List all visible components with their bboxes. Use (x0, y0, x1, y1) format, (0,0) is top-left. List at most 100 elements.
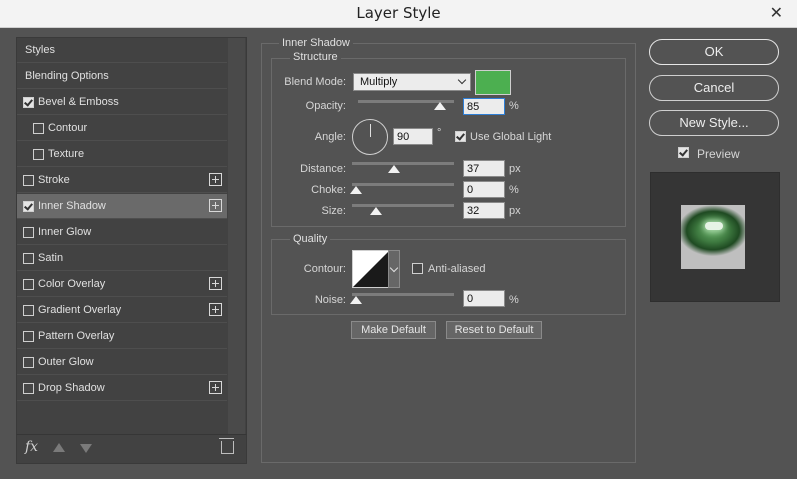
style-item-label: Bevel & Emboss (38, 96, 119, 108)
style-item-gradient-overlay[interactable]: Gradient Overlay (17, 298, 227, 323)
style-item-label: Styles (25, 44, 55, 56)
contour-preview[interactable] (352, 250, 390, 288)
add-effect-icon[interactable] (209, 381, 222, 394)
distance-slider-thumb[interactable] (388, 165, 400, 173)
style-item-bevel-emboss[interactable]: Bevel & Emboss (17, 90, 227, 115)
preview-highlight (705, 222, 723, 230)
add-effect-icon[interactable] (209, 199, 222, 212)
anti-aliased-label: Anti-aliased (428, 263, 486, 275)
style-item-checkbox[interactable] (23, 279, 34, 290)
choke-input[interactable]: 0 (463, 181, 505, 198)
noise-unit: % (509, 294, 519, 306)
angle-input[interactable]: 90 (393, 128, 433, 145)
style-item-outer-glow[interactable]: Outer Glow (17, 350, 227, 375)
style-item-drop-shadow[interactable]: Drop Shadow (17, 376, 227, 401)
shadow-color-swatch[interactable] (475, 70, 511, 95)
style-item-label: Texture (48, 148, 85, 160)
use-global-light-checkbox[interactable] (455, 131, 466, 142)
style-item-label: Inner Shadow (38, 200, 106, 212)
add-effect-icon[interactable] (209, 173, 222, 186)
style-item-label: Drop Shadow (38, 382, 105, 394)
style-item-checkbox[interactable] (33, 123, 44, 134)
new-style-button[interactable]: New Style... (649, 110, 779, 136)
distance-slider[interactable] (352, 162, 454, 165)
angle-label: Angle: (314, 131, 346, 143)
size-slider-thumb[interactable] (370, 207, 382, 215)
add-effect-icon[interactable] (209, 277, 222, 290)
style-item-checkbox[interactable] (23, 175, 34, 186)
style-item-texture[interactable]: Texture (17, 142, 227, 167)
style-item-checkbox[interactable] (23, 253, 34, 264)
quality-title: Quality (290, 233, 331, 245)
style-item-pattern-overlay[interactable]: Pattern Overlay (17, 324, 227, 349)
style-item-checkbox[interactable] (23, 331, 34, 342)
blend-mode-select[interactable]: Multiply (353, 73, 471, 91)
add-effect-icon[interactable] (209, 303, 222, 316)
style-item-inner-glow[interactable]: Inner Glow (17, 220, 227, 245)
title-bar: Layer Style ✕ (0, 0, 797, 28)
scrollbar[interactable] (228, 38, 245, 435)
preview-swatch (681, 205, 745, 269)
trash-icon[interactable] (219, 438, 234, 454)
style-item-label: Outer Glow (38, 356, 94, 368)
style-item-label: Blending Options (25, 70, 109, 82)
use-global-light-label: Use Global Light (470, 131, 552, 143)
style-item-checkbox[interactable] (23, 201, 34, 212)
style-item-checkbox[interactable] (23, 383, 34, 394)
contour-dropdown[interactable] (388, 250, 400, 288)
style-item-label: Color Overlay (38, 278, 106, 290)
style-item-label: Inner Glow (38, 226, 92, 238)
style-item-color-overlay[interactable]: Color Overlay (17, 272, 227, 297)
preview-label: Preview (697, 147, 740, 161)
anti-aliased-checkbox[interactable] (412, 263, 423, 274)
ok-button[interactable]: OK (649, 39, 779, 65)
noise-slider-thumb[interactable] (350, 296, 362, 304)
style-item-checkbox[interactable] (33, 149, 44, 160)
style-item-checkbox[interactable] (23, 227, 34, 238)
distance-label: Distance: (300, 163, 346, 175)
cancel-button[interactable]: Cancel (649, 75, 779, 101)
style-item-contour[interactable]: Contour (17, 116, 227, 141)
style-item-blending-options[interactable]: Blending Options (17, 64, 227, 89)
style-item-checkbox[interactable] (23, 305, 34, 316)
close-icon[interactable]: ✕ (770, 3, 783, 22)
size-label: Size: (321, 205, 346, 217)
style-item-label: Satin (38, 252, 64, 264)
choke-slider-thumb[interactable] (350, 186, 362, 194)
preview-checkbox[interactable] (678, 147, 689, 158)
size-slider[interactable] (352, 204, 454, 207)
reset-to-default-button[interactable]: Reset to Default (446, 321, 542, 339)
move-up-icon[interactable] (53, 443, 65, 452)
choke-label: Choke: (311, 184, 346, 196)
distance-unit: px (509, 163, 521, 175)
size-unit: px (509, 205, 521, 217)
fx-icon[interactable]: fx (25, 439, 38, 455)
size-input[interactable]: 32 (463, 202, 505, 219)
choke-slider[interactable] (352, 183, 454, 186)
styles-list-footer: fx (16, 434, 247, 464)
opacity-input[interactable]: 85 (463, 98, 505, 115)
noise-input[interactable]: 0 (463, 290, 505, 307)
style-item-stroke[interactable]: Stroke (17, 168, 227, 193)
move-down-icon[interactable] (80, 444, 92, 453)
style-item-inner-shadow[interactable]: Inner Shadow (17, 194, 227, 219)
distance-input[interactable]: 37 (463, 160, 505, 177)
style-item-checkbox[interactable] (23, 357, 34, 368)
contour-label: Contour: (303, 263, 346, 275)
angle-dial[interactable] (352, 119, 388, 155)
choke-unit: % (509, 184, 519, 196)
make-default-button[interactable]: Make Default (351, 321, 436, 339)
style-item-label: Stroke (38, 174, 70, 186)
chevron-down-icon (457, 75, 467, 85)
blend-mode-label: Blend Mode: (284, 76, 346, 88)
style-item-label: Pattern Overlay (38, 330, 115, 342)
style-item-label: Gradient Overlay (38, 304, 122, 316)
style-item-satin[interactable]: Satin (17, 246, 227, 271)
style-item-styles[interactable]: Styles (17, 38, 227, 63)
style-item-label: Contour (48, 122, 88, 134)
style-item-checkbox[interactable] (23, 97, 34, 108)
noise-label: Noise: (314, 294, 346, 306)
blend-mode-value: Multiply (360, 76, 398, 88)
noise-slider[interactable] (352, 293, 454, 296)
opacity-slider-thumb[interactable] (433, 102, 446, 110)
